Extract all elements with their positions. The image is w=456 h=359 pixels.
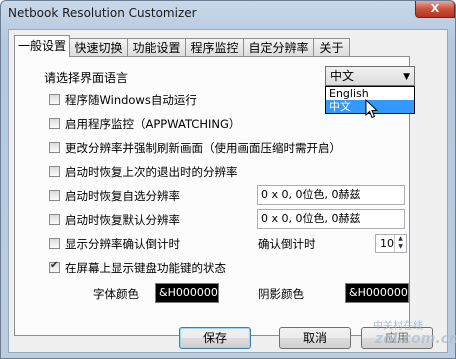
restore-custom-value-field[interactable]: 0 x 0, 0位色, 0赫兹 xyxy=(257,185,405,205)
restore-last-checkbox[interactable] xyxy=(49,166,60,177)
shadow-color-label: 阴影颜色 xyxy=(258,287,304,301)
run-at-startup-label: 程序随Windows自动运行 xyxy=(65,93,197,107)
spinner-arrows-icon[interactable]: ▲ ▼ xyxy=(394,235,406,252)
show-countdown-label: 显示分辨率确认倒计时 xyxy=(65,237,180,251)
font-color-label: 字体颜色 xyxy=(93,287,139,301)
tab-function-settings[interactable]: 功能设置 xyxy=(127,38,186,56)
language-selected-value: 中文 xyxy=(330,69,355,83)
cancel-button[interactable]: 取消 xyxy=(279,327,351,349)
restore-default-checkbox[interactable] xyxy=(49,214,60,225)
countdown-value: 10 xyxy=(380,237,394,250)
language-select[interactable]: 中文 ▼ xyxy=(325,66,415,86)
show-countdown-checkbox[interactable] xyxy=(49,238,60,249)
restore-default-label: 启动时恢复默认分辨率 xyxy=(65,213,180,227)
show-keyboard-status-checkbox[interactable] xyxy=(49,260,60,273)
force-refresh-checkbox[interactable] xyxy=(49,142,60,153)
tab-custom-resolution[interactable]: 自定分辨率 xyxy=(243,38,314,56)
general-settings-panel: 请选择界面语言 中文 ▼ English 中文 程序随Windows自动运行 启… xyxy=(14,56,415,336)
tab-program-monitor[interactable]: 程序监控 xyxy=(185,38,244,56)
tab-quick-switch[interactable]: 快速切换 xyxy=(69,38,128,56)
watermark-text-cn: 中关村在线 xyxy=(373,321,423,332)
language-label: 请选择界面语言 xyxy=(44,71,129,85)
countdown-label: 确认倒计时 xyxy=(258,237,316,251)
tab-general[interactable]: 一般设置 xyxy=(14,35,70,57)
tab-about[interactable]: 关于 xyxy=(313,38,350,56)
restore-last-label: 启动时恢复上次的退出时的分辨率 xyxy=(65,165,238,179)
force-refresh-label: 更改分辨率并强制刷新画面（使用画面压缩时需开启） xyxy=(65,141,341,155)
close-button[interactable]: X xyxy=(415,1,455,18)
run-at-startup-checkbox[interactable] xyxy=(49,94,60,105)
save-button[interactable]: 保存 xyxy=(179,327,251,349)
font-color-field[interactable]: &H000000 xyxy=(155,283,219,303)
show-keyboard-status-label: 在屏幕上显示键盘功能键的状态 xyxy=(65,261,226,275)
chevron-down-icon: ▼ xyxy=(403,72,410,82)
watermark-text-url: zol.com.cn xyxy=(375,331,456,347)
restore-custom-label: 启动时恢复自选分辨率 xyxy=(65,189,180,203)
window-title: Netbook Resolution Customizer xyxy=(8,6,197,20)
enable-monitor-label: 启用程序监控（APPWATCHING） xyxy=(65,117,241,131)
shadow-color-field[interactable]: &H000000 xyxy=(345,283,409,303)
mouse-pointer-icon xyxy=(365,99,379,119)
countdown-spinner[interactable]: 10 ▲ ▼ xyxy=(375,234,407,253)
client-area: 一般设置 快速切换 功能设置 程序监控 自定分辨率 关于 请选择界面语言 中文 … xyxy=(8,29,448,353)
enable-monitor-checkbox[interactable] xyxy=(49,118,60,129)
restore-custom-checkbox[interactable] xyxy=(49,190,60,201)
app-window: Netbook Resolution Customizer X 一般设置 快速切… xyxy=(0,0,456,359)
restore-default-value-field[interactable]: 0 x 0, 0位色, 0赫兹 xyxy=(257,209,405,229)
title-bar[interactable]: Netbook Resolution Customizer X xyxy=(1,1,455,27)
